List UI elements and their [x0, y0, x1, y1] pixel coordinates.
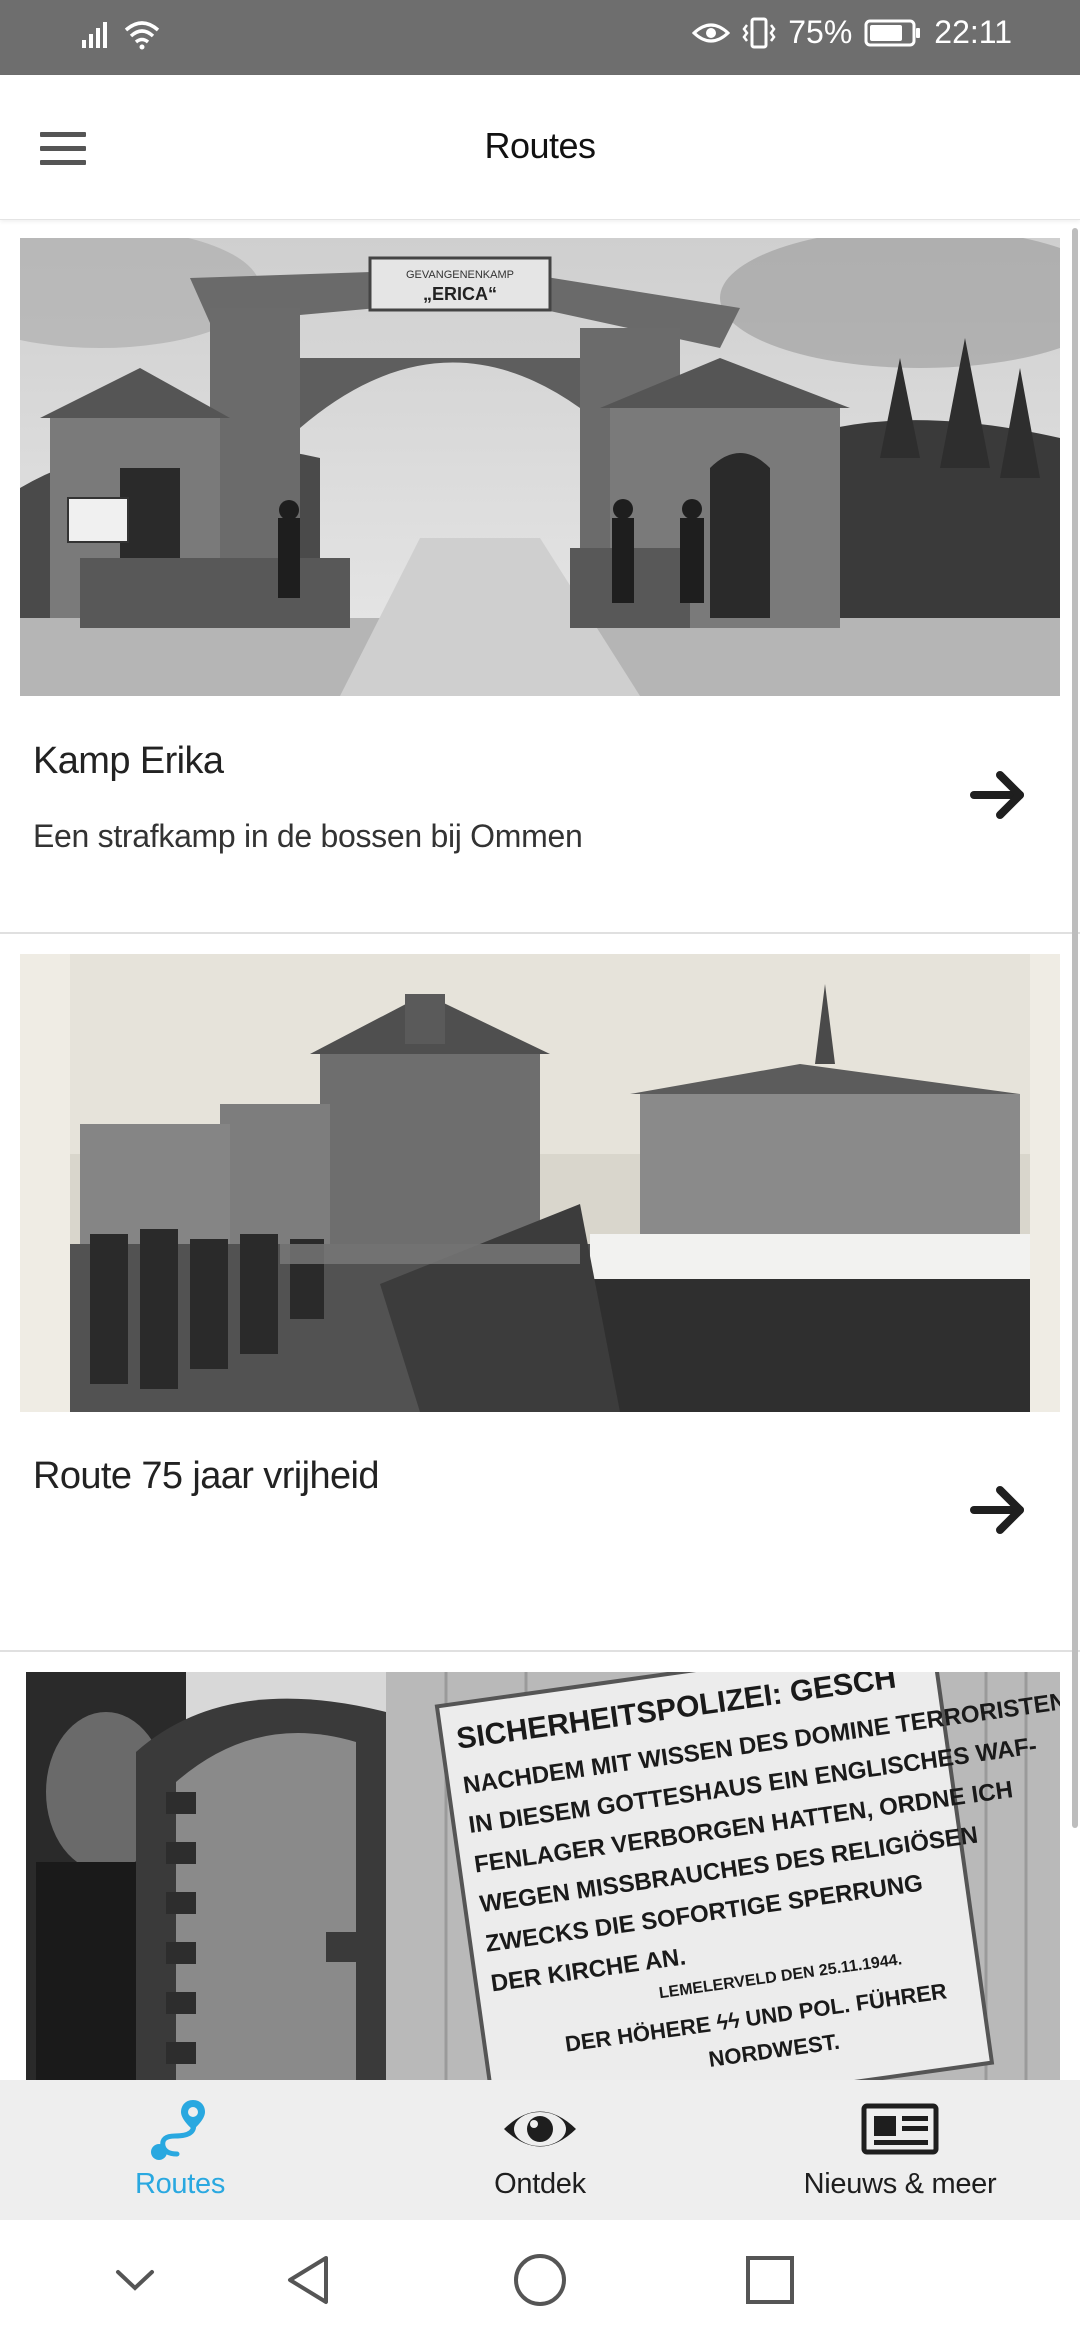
- route-icon: [151, 2100, 205, 2160]
- eye-comfort-icon: [692, 23, 731, 42]
- recents-icon[interactable]: [744, 2254, 796, 2306]
- clock: 22:11: [934, 14, 1012, 50]
- battery-percent: 75%: [788, 14, 853, 50]
- svg-text:„ERICA“: „ERICA“: [423, 284, 497, 304]
- nav-tab-nieuws[interactable]: Nieuws & meer: [790, 2096, 1010, 2201]
- vibrate-icon: [742, 17, 776, 48]
- battery-icon: [864, 19, 921, 46]
- route-card-kamp-erika[interactable]: GEVANGENENKAMP „ERICA“ Kamp Erika Een st…: [0, 220, 1080, 934]
- eye-icon: [504, 2111, 576, 2147]
- route-image-kamp-erika: GEVANGENENKAMP „ERICA“: [20, 238, 1060, 696]
- nav-tab-routes[interactable]: Routes: [115, 2096, 245, 2201]
- route-card-75-jaar-vrijheid[interactable]: Route 75 jaar vrijheid: [0, 934, 1080, 1652]
- nav-label-routes: Routes: [134, 2168, 226, 2200]
- home-icon[interactable]: [512, 2252, 568, 2308]
- chevron-down-icon[interactable]: [112, 2262, 158, 2298]
- wifi-icon: [124, 21, 160, 50]
- scrollbar[interactable]: [1072, 228, 1078, 1828]
- bottom-nav: Routes Ontdek Nieuws & meer: [0, 2080, 1080, 2220]
- route-card-lemelerveld[interactable]: SICHERHEITSPOLIZEI: GESCH NACHDEM MIT WI…: [0, 1652, 1080, 2080]
- back-icon[interactable]: [282, 2252, 334, 2308]
- svg-text:GEVANGENENKAMP: GEVANGENENKAMP: [406, 269, 514, 281]
- app-bar: Routes: [0, 75, 1080, 220]
- route-subtitle: Een strafkamp in de bossen bij Ommen: [33, 818, 583, 854]
- page-title: Routes: [484, 125, 596, 166]
- signal-icon: [82, 22, 107, 48]
- system-navigation-bar: [0, 2220, 1080, 2340]
- nav-label-nieuws: Nieuws & meer: [803, 2168, 997, 2200]
- route-list[interactable]: GEVANGENENKAMP „ERICA“ Kamp Erika Een st…: [0, 220, 1080, 2080]
- route-image-lemelerveld: SICHERHEITSPOLIZEI: GESCH NACHDEM MIT WI…: [26, 1672, 1060, 2080]
- status-bar: 75% 22:11: [0, 0, 1080, 75]
- route-title: Kamp Erika: [33, 740, 224, 782]
- route-title: Route 75 jaar vrijheid: [33, 1455, 379, 1497]
- nav-label-ontdek: Ontdek: [494, 2168, 586, 2200]
- route-image-75-jaar-vrijheid: [20, 954, 1060, 1412]
- newspaper-icon: [861, 2103, 939, 2155]
- nav-tab-ontdek[interactable]: Ontdek: [470, 2096, 610, 2201]
- arrow-right-icon[interactable]: [970, 1480, 1030, 1540]
- arrow-right-icon[interactable]: [970, 765, 1030, 825]
